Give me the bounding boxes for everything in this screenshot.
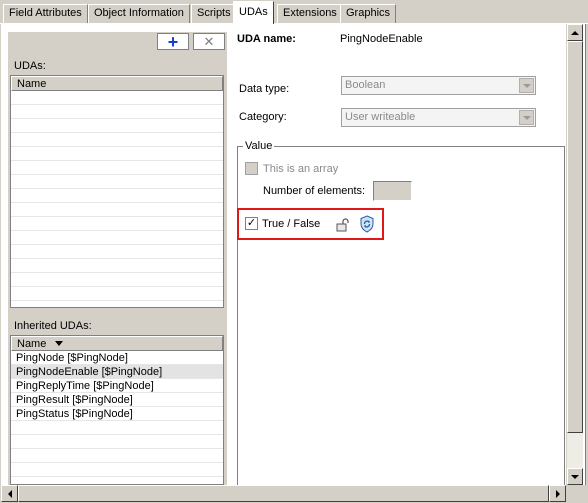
vertical-scroll-thumb[interactable] bbox=[567, 41, 583, 433]
list-item[interactable] bbox=[11, 449, 223, 463]
true-false-checkbox[interactable]: ✓ bbox=[245, 217, 258, 230]
udas-header: UDAs: bbox=[10, 58, 224, 74]
lock-icon[interactable] bbox=[336, 218, 350, 232]
list-item[interactable] bbox=[11, 105, 223, 119]
vertical-scrollbar[interactable] bbox=[566, 24, 583, 485]
plus-icon: + bbox=[167, 31, 179, 52]
list-item[interactable] bbox=[11, 259, 223, 273]
inherited-udas-list[interactable]: Name PingNode [$PingNode] PingNodeEnable … bbox=[10, 335, 224, 485]
list-item[interactable] bbox=[11, 245, 223, 259]
tab-extensions[interactable]: Extensions bbox=[277, 4, 343, 23]
category-select[interactable]: User writeable bbox=[341, 108, 536, 127]
scroll-right-button[interactable] bbox=[549, 485, 566, 502]
list-item[interactable] bbox=[11, 119, 223, 133]
sync-icon[interactable] bbox=[359, 215, 375, 233]
array-label: This is an array bbox=[263, 163, 339, 175]
scroll-up-button[interactable] bbox=[567, 24, 583, 41]
scroll-down-button[interactable] bbox=[567, 468, 583, 485]
value-group-label: Value bbox=[243, 140, 275, 152]
category-value: User writeable bbox=[345, 111, 416, 123]
udas-list[interactable]: Name bbox=[10, 75, 224, 308]
true-false-label: True / False bbox=[262, 218, 321, 230]
list-item[interactable]: PingReplyTime [$PingNode] bbox=[11, 379, 223, 393]
list-item[interactable]: PingStatus [$PingNode] bbox=[11, 407, 223, 421]
uda-name-label: UDA name: bbox=[237, 33, 296, 45]
chevron-down-icon[interactable] bbox=[519, 110, 534, 125]
tab-field-attributes[interactable]: Field Attributes bbox=[3, 4, 88, 23]
add-uda-button[interactable]: + bbox=[157, 31, 189, 52]
scroll-left-button[interactable] bbox=[1, 485, 18, 502]
list-item[interactable] bbox=[11, 91, 223, 105]
tab-object-information[interactable]: Object Information bbox=[88, 4, 190, 23]
tab-udas[interactable]: UDAs bbox=[233, 1, 274, 24]
list-item[interactable]: PingNode [$PingNode] bbox=[11, 351, 223, 365]
horizontal-scroll-thumb[interactable] bbox=[18, 485, 549, 502]
list-item[interactable] bbox=[11, 287, 223, 301]
num-elements-input[interactable] bbox=[373, 181, 412, 201]
inherited-udas-header: Inherited UDAs: bbox=[10, 318, 224, 334]
horizontal-scrollbar[interactable] bbox=[1, 485, 566, 502]
data-type-select[interactable]: Boolean bbox=[341, 76, 536, 95]
uda-name-value: PingNodeEnable bbox=[340, 33, 423, 45]
list-item[interactable]: PingResult [$PingNode] bbox=[11, 393, 223, 407]
list-item[interactable] bbox=[11, 175, 223, 189]
column-label: Name bbox=[17, 338, 47, 350]
list-item[interactable] bbox=[11, 147, 223, 161]
list-item[interactable] bbox=[11, 217, 223, 231]
list-item[interactable] bbox=[11, 435, 223, 449]
list-item[interactable] bbox=[11, 421, 223, 435]
sort-down-icon bbox=[55, 341, 63, 346]
delete-uda-button[interactable]: ✕ bbox=[193, 33, 225, 50]
tab-bar: Field Attributes Object Information Scri… bbox=[0, 0, 588, 24]
scroll-corner bbox=[566, 485, 586, 502]
list-item[interactable] bbox=[11, 189, 223, 203]
tab-scripts[interactable]: Scripts bbox=[191, 4, 237, 23]
close-icon: ✕ bbox=[203, 33, 215, 49]
list-item[interactable] bbox=[11, 273, 223, 287]
category-label: Category: bbox=[239, 111, 287, 123]
list-item[interactable] bbox=[11, 161, 223, 175]
list-item[interactable] bbox=[11, 231, 223, 245]
list-item[interactable] bbox=[11, 203, 223, 217]
data-type-label: Data type: bbox=[239, 83, 290, 95]
tab-graphics[interactable]: Graphics bbox=[340, 4, 397, 23]
list-item[interactable] bbox=[11, 463, 223, 477]
array-checkbox[interactable] bbox=[245, 162, 258, 175]
inherited-name-column[interactable]: Name bbox=[11, 336, 223, 351]
udas-name-column[interactable]: Name bbox=[11, 76, 223, 91]
num-elements-label: Number of elements: bbox=[263, 185, 366, 197]
list-item[interactable]: PingNodeEnable [$PingNode] bbox=[11, 365, 223, 379]
chevron-down-icon[interactable] bbox=[519, 78, 534, 93]
data-type-value: Boolean bbox=[345, 79, 386, 91]
list-item[interactable] bbox=[11, 133, 223, 147]
